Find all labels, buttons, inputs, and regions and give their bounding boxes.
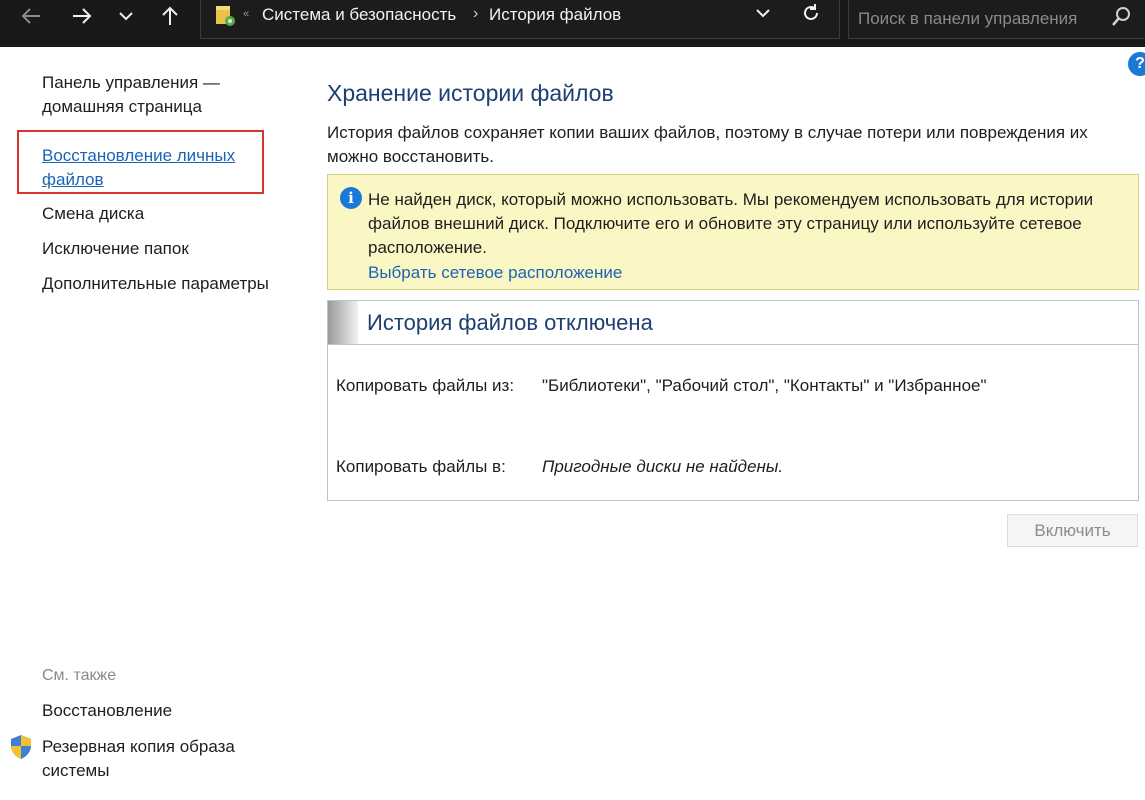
control-panel-folder-icon: [215, 4, 237, 33]
copy-to-value: Пригодные диски не найдены.: [542, 457, 784, 476]
system-image-backup-link[interactable]: Резервная копия образа системы: [42, 735, 262, 783]
up-button[interactable]: [152, 0, 188, 32]
search-icon[interactable]: [1111, 6, 1131, 33]
left-task-pane: Панель управления — домашняя страница Во…: [0, 47, 310, 800]
notification-text: Не найден диск, который можно использова…: [368, 190, 1094, 257]
refresh-icon[interactable]: [801, 3, 821, 28]
breadcrumb-separator-icon[interactable]: ›: [473, 5, 478, 23]
enable-button[interactable]: Включить: [1007, 514, 1138, 547]
advanced-settings-link[interactable]: Дополнительные параметры: [42, 272, 269, 296]
address-overflow-icon[interactable]: «: [243, 8, 249, 20]
arrow-up-icon: [162, 6, 178, 25]
breadcrumb-system-security[interactable]: Система и безопасность: [262, 5, 456, 25]
recovery-link[interactable]: Восстановление: [42, 699, 172, 723]
search-input[interactable]: [849, 0, 1104, 37]
chevron-down-icon: [119, 12, 133, 21]
status-header: История файлов отключена: [328, 301, 1138, 345]
control-panel-home-link[interactable]: Панель управления — домашняя страница: [42, 71, 262, 119]
help-icon[interactable]: ?: [1128, 52, 1145, 76]
copy-to-label: Копировать файлы в:: [336, 457, 506, 476]
restore-personal-files-link[interactable]: Восстановление личных файлов: [42, 144, 257, 192]
back-button[interactable]: [13, 0, 49, 32]
search-box[interactable]: [848, 0, 1145, 39]
see-also-heading: См. также: [42, 667, 117, 684]
uac-shield-icon: [9, 734, 33, 765]
page-description: История файлов сохраняет копии ваших фай…: [327, 123, 1088, 166]
arrow-left-icon: [21, 8, 40, 24]
copy-from-value: "Библиотеки", "Рабочий стол", "Контакты"…: [542, 376, 987, 395]
file-history-status-panel: История файлов отключена Копировать файл…: [327, 300, 1139, 501]
navigation-bar: « Система и безопасность › История файло…: [0, 0, 1145, 47]
status-title: История файлов отключена: [367, 310, 653, 335]
no-drive-notification: i Не найден диск, который можно использо…: [327, 174, 1139, 290]
breadcrumb-file-history[interactable]: История файлов: [489, 5, 621, 25]
info-icon: i: [340, 187, 362, 209]
address-bar[interactable]: « Система и безопасность › История файло…: [200, 0, 840, 39]
select-network-location-link[interactable]: Выбрать сетевое расположение: [368, 263, 622, 283]
recent-locations-button[interactable]: [108, 0, 144, 32]
change-drive-link[interactable]: Смена диска: [42, 202, 144, 226]
copy-from-label: Копировать файлы из:: [336, 376, 515, 395]
address-dropdown-icon[interactable]: [755, 6, 771, 24]
status-gradient-bar: [328, 301, 358, 344]
page-title: Хранение истории файлов: [327, 80, 614, 106]
exclude-folders-link[interactable]: Исключение папок: [42, 237, 189, 261]
forward-button[interactable]: [64, 0, 100, 32]
arrow-right-icon: [73, 8, 92, 24]
